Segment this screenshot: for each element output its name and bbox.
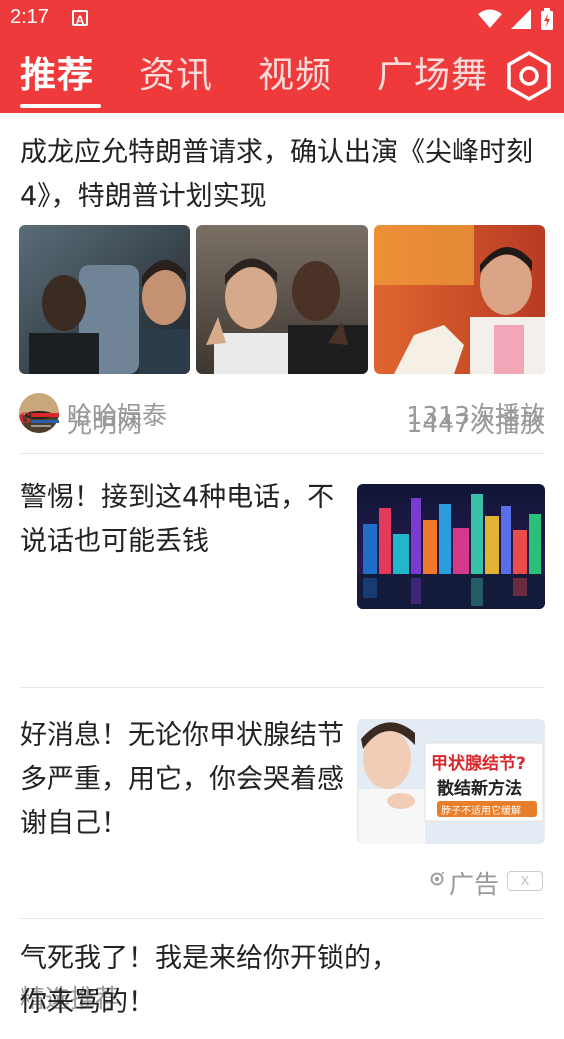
article-title[interactable]: 警惕！接到这4种电话，不说话也可能丢钱 [20,476,350,564]
signal-icon [510,9,531,29]
feed-item-1[interactable]: 成龙应允特朗普请求，确认出演《尖峰时刻4》，特朗普计划实现 哈哈娱泰 1313次… [0,113,564,453]
status-time: 2:17 [10,6,49,28]
ad-meta-row: 广告 X [0,862,564,902]
thumbnail-2[interactable] [196,225,368,374]
thumbnail[interactable] [357,484,545,609]
article-title[interactable]: 成龙应允特朗普请求，确认出演《尖峰时刻4》，特朗普计划实现 [20,131,540,219]
source-name[interactable]: 光明网 [67,404,142,440]
notification-icon: A [72,10,88,27]
ad-close-button[interactable]: X [507,871,543,891]
wifi-icon [477,9,502,28]
app-header: 2:17 A 推荐 资讯 视频 广场舞 [0,0,564,113]
ad-image-line3: 脖子不适用它缓解 [441,806,521,817]
tab-news[interactable]: 资讯 [139,50,213,102]
article-title[interactable]: 好消息！无论你甲状腺结节多严重，用它，你会哭着感谢自己！ [20,714,345,846]
system-icons [474,8,554,30]
active-tab-indicator [20,104,101,108]
tab-recommend[interactable]: 推荐 [20,50,94,102]
feed-item-2[interactable]: 警惕！接到这4种电话，不说话也可能丢钱 G 光明网 1447次播放 [0,409,564,687]
play-count: 1447次播放 [406,409,545,438]
ad-image-line2: 散结新方法 [437,779,522,799]
ad-thumbnail[interactable]: 甲状腺结节? 散结新方法 脖子不适用它缓解 [357,719,545,844]
thumbnail-1[interactable] [19,225,190,374]
ad-image-line1: 甲状腺结节? [431,754,526,774]
battery-icon [541,8,553,30]
settings-hexagon-icon[interactable] [503,50,555,102]
guangming-logo[interactable]: G [19,409,61,429]
status-bar: 2:17 A [0,0,564,38]
svg-text:G: G [19,411,31,427]
tab-square-dance[interactable]: 广场舞 [377,50,488,102]
ad-indicator-icon [430,871,445,886]
article-title[interactable]: 气死我了！我是来给你开锁的，你来骂的！ [20,937,415,1025]
feed-item-4[interactable]: 气死我了！我是来给你开锁的，你来骂的！ [0,919,564,1039]
thumbnail-3[interactable] [374,225,545,374]
tab-video[interactable]: 视频 [258,50,332,102]
ad-label: 广告 [449,870,500,899]
category-tabs: 推荐 资讯 视频 广场舞 [0,50,564,113]
